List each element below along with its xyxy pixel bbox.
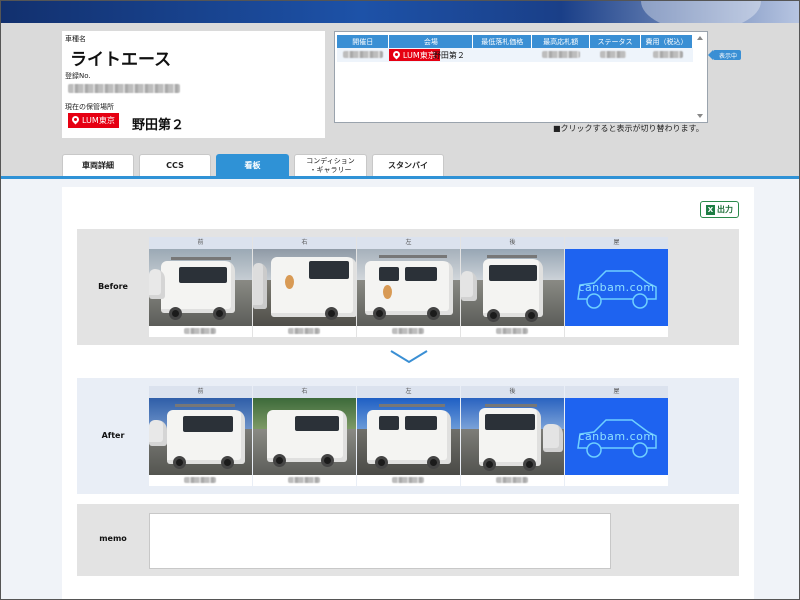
- location-tag-label: LUM東京: [82, 116, 115, 125]
- placeholder-brand: canbam.com: [578, 430, 655, 443]
- col-header-status: ステータス: [589, 35, 642, 48]
- excel-icon: X: [706, 204, 715, 215]
- photo-heading: 右: [253, 237, 356, 249]
- van-photo: [149, 249, 252, 326]
- photo-after-roof[interactable]: 屋 canbam.com: [565, 386, 668, 486]
- auction-history-table: 開催日 会場 最低落札価格 最高応札額 ステータス 費用（税込） LUM東京 野…: [337, 35, 693, 62]
- photo-caption-blurred: [288, 477, 320, 483]
- scroll-down-icon[interactable]: [697, 114, 703, 118]
- venue-tag-label: LUM東京: [402, 50, 436, 60]
- col-header-max-bid: 最高応札額: [531, 35, 591, 48]
- photo-heading: 右: [253, 386, 356, 398]
- registration-label: 登録No.: [65, 72, 91, 80]
- click-note: ■クリックすると表示が切り替わります。: [553, 124, 704, 133]
- excel-export-label: 出力: [717, 205, 733, 214]
- tab-vehicle-details[interactable]: 車両詳細: [62, 154, 134, 176]
- memo-row: memo: [77, 504, 739, 576]
- col-header-min-price: 最低落札価格: [472, 35, 533, 48]
- cell-date: [337, 48, 389, 62]
- before-photo-row: Before 前 右 左 後 屋 canbam.com: [77, 229, 739, 345]
- photo-heading: 前: [149, 386, 252, 398]
- photo-heading: 屋: [565, 386, 668, 398]
- photo-caption-blurred: [392, 328, 424, 334]
- photo-heading: 後: [461, 237, 564, 249]
- photo-caption-blurred: [496, 328, 528, 334]
- col-header-date: 開催日: [337, 35, 390, 48]
- col-header-venue: 会場: [388, 35, 474, 48]
- auction-history-panel[interactable]: 開催日 会場 最低落札価格 最高応札額 ステータス 費用（税込） LUM東京 野…: [334, 31, 708, 123]
- cell-min-price: [472, 48, 532, 62]
- registration-number-blurred: [68, 84, 180, 93]
- tab-label-line2: ・ギャラリー: [309, 165, 352, 174]
- table-row[interactable]: LUM東京 野田第２: [337, 48, 693, 62]
- cell-venue: LUM東京 野田第２: [388, 48, 473, 62]
- tab-ccs[interactable]: CCS: [139, 154, 211, 176]
- photo-after-left[interactable]: 左: [357, 386, 460, 486]
- tab-label: CCS: [166, 161, 184, 170]
- map-pin-icon: [72, 116, 79, 125]
- chevron-down-icon: [390, 350, 428, 364]
- app-window: 車種名 ライトエース 登録No. 現在の保管場所 LUM東京 野田第２ 開催日 …: [0, 0, 800, 600]
- tab-label: 車両詳細: [82, 161, 114, 170]
- photo-before-front[interactable]: 前: [149, 237, 252, 337]
- tab-condition-gallery[interactable]: コンディション ・ギャラリー: [294, 154, 367, 176]
- map-pin-icon: [393, 51, 400, 60]
- after-photo-row: After 前 右 左 後 屋 canbam.com: [77, 378, 739, 494]
- photo-after-right[interactable]: 右: [253, 386, 356, 486]
- photo-heading: 屋: [565, 237, 668, 249]
- cell-status: [589, 48, 641, 62]
- photo-caption-blurred: [184, 477, 216, 483]
- tab-standby[interactable]: スタンバイ: [372, 154, 444, 176]
- photo-heading: 左: [357, 386, 460, 398]
- placeholder-image: canbam.com: [565, 249, 668, 326]
- van-photo: [253, 249, 356, 326]
- photo-before-rear[interactable]: 後: [461, 237, 564, 337]
- placeholder-brand: canbam.com: [578, 281, 655, 294]
- photo-before-left[interactable]: 左: [357, 237, 460, 337]
- car-name: ライトエース: [70, 50, 172, 70]
- venue-name: 野田第２: [432, 51, 465, 60]
- photo-caption-blurred: [288, 328, 320, 334]
- memo-field[interactable]: [149, 513, 611, 569]
- excel-export-button[interactable]: X 出力: [700, 201, 739, 218]
- location-tag[interactable]: LUM東京: [68, 113, 119, 128]
- photo-before-right[interactable]: 右: [253, 237, 356, 337]
- memo-label: memo: [99, 534, 127, 543]
- van-photo: [149, 398, 252, 475]
- photo-heading: 後: [461, 386, 564, 398]
- tab-label: 看板: [244, 161, 261, 170]
- top-banner: [1, 1, 799, 31]
- tab-label: スタンバイ: [388, 161, 428, 170]
- vehicle-info-card: 車種名 ライトエース 登録No. 現在の保管場所 LUM東京 野田第２: [62, 31, 325, 138]
- tab-label-line1: コンディション: [306, 156, 355, 165]
- car-name-label: 車種名: [65, 35, 86, 43]
- location-label: 現在の保管場所: [65, 103, 114, 111]
- placeholder-image: canbam.com: [565, 398, 668, 475]
- photo-after-front[interactable]: 前: [149, 386, 252, 486]
- tab-signboard[interactable]: 看板: [216, 154, 289, 176]
- scroll-up-icon[interactable]: [697, 36, 703, 40]
- photo-caption-blurred: [392, 477, 424, 483]
- van-photo: [253, 398, 356, 475]
- table-scrollbar[interactable]: [695, 33, 706, 121]
- display-badge: 表示中: [707, 50, 742, 60]
- photo-heading: 前: [149, 237, 252, 249]
- photo-caption-blurred: [496, 477, 528, 483]
- col-header-fee: 費用（税込）: [640, 35, 693, 48]
- photo-before-roof[interactable]: 屋 canbam.com: [565, 237, 668, 337]
- van-photo: [461, 398, 564, 475]
- photo-after-rear[interactable]: 後: [461, 386, 564, 486]
- van-photo: [461, 249, 564, 326]
- photo-caption-blurred: [184, 328, 216, 334]
- van-photo: [357, 398, 460, 475]
- van-photo: [357, 249, 460, 326]
- after-label: After: [101, 431, 125, 440]
- before-label: Before: [98, 282, 128, 291]
- cell-fee: [640, 48, 693, 62]
- cell-max-bid: [531, 48, 590, 62]
- location-name: 野田第２: [132, 118, 185, 133]
- photo-heading: 左: [357, 237, 460, 249]
